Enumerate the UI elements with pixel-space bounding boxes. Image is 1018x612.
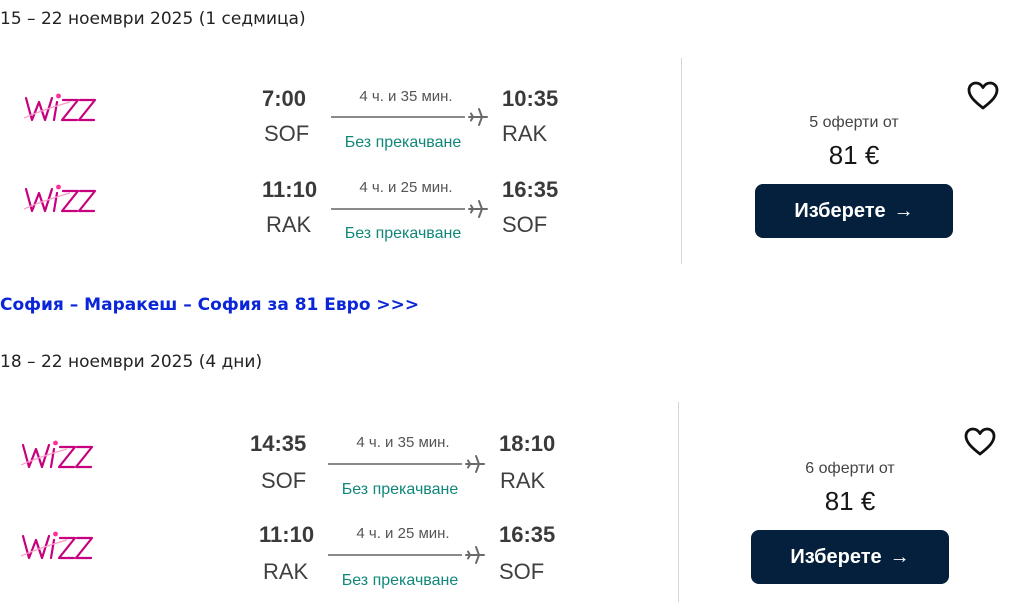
flight-leg-return: 11:10 RAK 4 ч. и 25 мин. Без прекачване … xyxy=(0,522,680,602)
select-button[interactable]: Изберете → xyxy=(755,184,953,238)
wizz-air-logo xyxy=(22,88,100,128)
arrival-airport: RAK xyxy=(502,121,548,146)
card-divider xyxy=(681,58,682,264)
arrival-airport: SOF xyxy=(502,212,548,237)
flight-duration: 4 ч. и 35 мин. xyxy=(359,88,453,105)
date-heading: 18 – 22 ноември 2025 (4 дни) xyxy=(0,352,263,372)
departure-airport: SOF xyxy=(261,468,307,493)
route-line xyxy=(328,463,462,465)
arrival-airport: RAK xyxy=(500,468,546,493)
flight-duration: 4 ч. и 25 мин. xyxy=(356,525,450,542)
arrival-time: 18:10 xyxy=(499,431,556,456)
flight-card: 14:35 SOF 4 ч. и 35 мин. Без прекачване … xyxy=(0,402,1018,612)
flight-leg-outbound: 14:35 SOF 4 ч. и 35 мин. Без прекачване … xyxy=(0,431,680,511)
wizz-air-logo xyxy=(19,435,97,475)
arrival-time: 10:35 xyxy=(502,86,559,111)
flight-duration: 4 ч. и 35 мин. xyxy=(356,434,450,451)
price: 81 € xyxy=(828,140,880,170)
departure-airport: RAK xyxy=(263,559,309,584)
heart-icon[interactable] xyxy=(963,426,997,458)
plane-icon xyxy=(465,454,485,474)
select-label: Изберете xyxy=(794,199,886,222)
arrival-time: 16:35 xyxy=(499,522,556,547)
departure-time: 14:35 xyxy=(250,431,307,456)
deal-link[interactable]: София – Маракеш – София за 81 Евро >>> xyxy=(0,295,419,315)
flight-leg-outbound: 7:00 SOF 4 ч. и 35 мин. Без прекачване 1… xyxy=(0,84,680,164)
plane-icon xyxy=(468,107,488,127)
date-heading: 15 – 22 ноември 2025 (1 седмица) xyxy=(0,9,306,29)
departure-airport: SOF xyxy=(264,121,310,146)
flight-duration: 4 ч. и 25 мин. xyxy=(359,179,453,196)
route-line xyxy=(331,116,465,118)
arrival-airport: SOF xyxy=(499,559,545,584)
card-divider xyxy=(678,402,679,602)
arrow-right-icon: → xyxy=(893,199,914,222)
wizz-air-logo xyxy=(22,179,100,219)
price: 81 € xyxy=(824,486,876,516)
stops-info: Без прекачване xyxy=(344,134,462,151)
select-label: Изберете xyxy=(790,545,882,568)
select-button[interactable]: Изберете → xyxy=(751,530,949,584)
stops-info: Без прекачване xyxy=(341,481,459,498)
departure-airport: RAK xyxy=(266,212,312,237)
departure-time: 7:00 xyxy=(262,86,307,111)
offers-count: 5 оферти от xyxy=(809,114,899,131)
arrow-right-icon: → xyxy=(889,545,910,568)
flight-leg-return: 11:10 RAK 4 ч. и 25 мин. Без прекачване … xyxy=(0,175,680,255)
route-line xyxy=(331,208,465,210)
wizz-air-logo xyxy=(19,526,97,566)
heart-icon[interactable] xyxy=(966,80,1000,112)
arrival-time: 16:35 xyxy=(502,177,559,202)
offers-count: 6 оферти от xyxy=(805,460,895,477)
flight-card: 7:00 SOF 4 ч. и 35 мин. Без прекачване 1… xyxy=(0,58,1018,268)
plane-icon xyxy=(465,545,485,565)
route-line xyxy=(328,554,462,556)
departure-time: 11:10 xyxy=(262,177,318,202)
departure-time: 11:10 xyxy=(259,522,315,547)
stops-info: Без прекачване xyxy=(344,225,462,242)
stops-info: Без прекачване xyxy=(341,572,459,589)
plane-icon xyxy=(468,199,488,219)
